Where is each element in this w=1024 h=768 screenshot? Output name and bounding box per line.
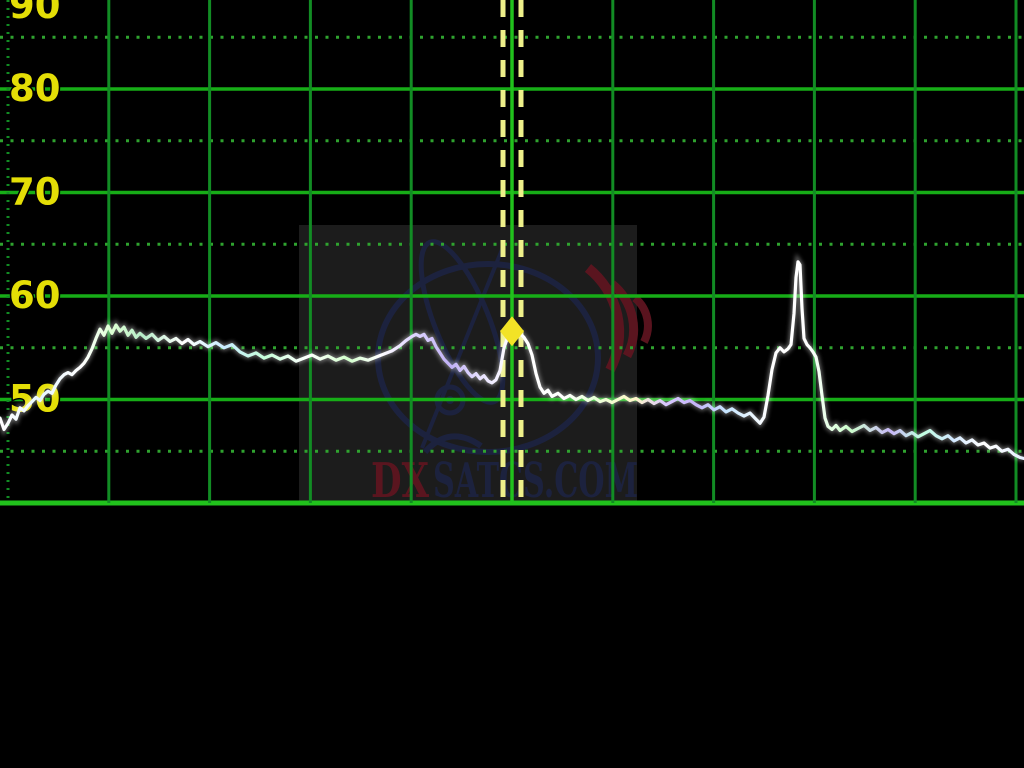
y-tick-label: 90 <box>9 0 61 27</box>
y-tick-label: 80 <box>9 67 61 110</box>
status-panel: Pwr 64.2 dBµV C/N 1.7 dB 1500.00 MHz. Pw… <box>0 506 1024 768</box>
spectrum-analyzer-screen: DXSATCS.COM9080706050 Pwr 64.2 dBµV C/N … <box>0 0 1024 768</box>
y-tick-label: 70 <box>9 171 61 214</box>
y-axis-labels: 9080706050 <box>9 0 61 421</box>
y-tick-label: 60 <box>9 274 61 317</box>
spectrum-plot: DXSATCS.COM9080706050 <box>0 0 1024 512</box>
